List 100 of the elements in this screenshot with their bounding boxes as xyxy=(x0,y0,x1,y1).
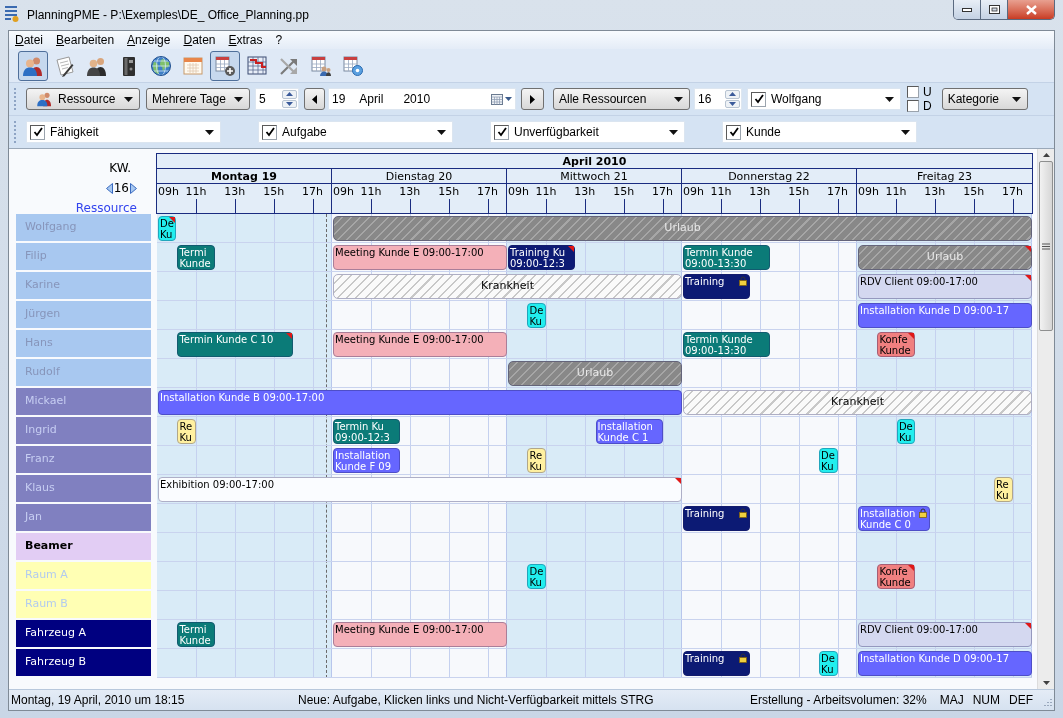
maximize-button[interactable] xyxy=(981,0,1008,19)
day-count-spinner[interactable]: 5 xyxy=(255,88,299,110)
menu-item[interactable]: Extras xyxy=(228,31,263,49)
resource-filter-select[interactable]: Alle Ressourcen xyxy=(553,88,690,110)
menu-item[interactable]: Datei xyxy=(15,31,44,49)
task-bar[interactable]: Installation Kunde C 1 xyxy=(595,419,663,444)
task-bar[interactable]: Termi Kunde xyxy=(177,622,216,647)
task-bar[interactable]: RDV Client 09:00-17:00 xyxy=(858,274,1032,299)
filter-combo[interactable]: Aufgabe xyxy=(258,121,453,143)
task-bar[interactable]: De Ku xyxy=(158,216,177,241)
checkbox[interactable] xyxy=(30,124,45,140)
task-bar[interactable]: Re Ku xyxy=(994,477,1013,502)
task-bar[interactable]: Installation Kunde F 09 xyxy=(333,448,401,473)
calendar-dropdown[interactable] xyxy=(491,93,512,105)
task-bar[interactable]: Training xyxy=(683,274,751,299)
resource-link[interactable]: Ressource xyxy=(75,199,137,217)
task-bar[interactable]: Training xyxy=(683,651,751,676)
resource-name: Mickael xyxy=(16,388,151,415)
next-button[interactable] xyxy=(521,88,544,110)
caret-down-icon xyxy=(286,101,293,106)
task-bar[interactable]: Installation Kunde D 09:00-17 xyxy=(858,303,1032,328)
checkbox[interactable] xyxy=(494,124,509,140)
task-bar[interactable]: Konfe Kunde xyxy=(877,564,916,589)
caret-down-icon xyxy=(437,129,446,135)
calendar-icon xyxy=(491,93,503,105)
previous-button[interactable] xyxy=(304,88,325,110)
menu-item[interactable]: Daten xyxy=(183,31,216,49)
spin-up-button[interactable] xyxy=(282,90,297,99)
task-bar[interactable]: Termin Kunde 09:00-13:30 xyxy=(683,332,770,357)
caret-left-icon[interactable] xyxy=(105,182,113,194)
year-text: 2010 xyxy=(403,91,431,108)
menu-item[interactable]: Anzeige xyxy=(127,31,171,49)
menu-item[interactable]: ? xyxy=(275,31,283,49)
caret-down-icon xyxy=(729,101,736,106)
caret-right-icon[interactable] xyxy=(130,182,137,194)
task-bar[interactable]: De Ku xyxy=(527,303,546,328)
task-bar[interactable]: Re Ku xyxy=(527,448,546,473)
toolbar-button[interactable] xyxy=(210,50,240,81)
task-bar[interactable]: De Ku xyxy=(819,448,838,473)
filter-combo[interactable]: Unverfügbarkeit xyxy=(490,121,685,143)
menu-item[interactable]: Bearbeiten xyxy=(56,31,115,49)
task-bar[interactable]: Konfe Kunde xyxy=(877,332,916,357)
date-field[interactable]: 19 April 2010 xyxy=(328,88,516,110)
caret-down-icon xyxy=(901,129,910,135)
caret-down-icon xyxy=(234,96,243,102)
task-bar[interactable]: Re Ku xyxy=(177,419,196,444)
day-heading: Donnerstag 22 xyxy=(728,169,810,183)
hour-label: 11h xyxy=(885,186,907,198)
spin-up-button[interactable] xyxy=(725,90,740,99)
checkbox[interactable] xyxy=(751,91,766,107)
task-bar[interactable]: Meeting Kunde E 09:00-17:00 xyxy=(333,245,507,270)
hour-label: 13h xyxy=(399,186,421,198)
task-bar[interactable]: Installation Kunde D 09:00-17 xyxy=(858,651,1032,676)
view-button[interactable]: Ressource xyxy=(26,88,140,110)
filter-combo[interactable]: Wolfgang xyxy=(747,88,901,110)
calendar-icon xyxy=(182,54,204,77)
month-text: April xyxy=(359,91,384,108)
caret-up-icon xyxy=(729,92,736,97)
absence-bar[interactable]: Krankheit xyxy=(333,274,682,299)
checkbox[interactable] xyxy=(907,86,919,98)
filter-combo[interactable]: Fähigkeit xyxy=(26,121,221,143)
task-bar[interactable]: Training Ku 09:00-12:3 xyxy=(508,245,576,270)
caret-down-icon xyxy=(505,97,512,101)
scrollbar-thumb[interactable] xyxy=(1039,161,1053,331)
period-select[interactable]: Mehrere Tage xyxy=(146,88,250,110)
task-bar[interactable]: Termi Kunde xyxy=(177,245,216,270)
hour-label: 15h xyxy=(963,186,985,198)
task-bar[interactable]: Exhibition 09:00-17:00 xyxy=(158,477,682,502)
checkbox[interactable] xyxy=(907,100,919,112)
task-bar[interactable]: RDV Client 09:00-17:00 xyxy=(858,622,1032,647)
task-bar[interactable]: Installation Kunde B 09:00-17:00 xyxy=(158,390,682,415)
notepad-icon xyxy=(54,54,76,77)
task-bar[interactable]: De Ku xyxy=(819,651,838,676)
absence-bar[interactable]: Krankheit xyxy=(683,390,1032,415)
day-text: 19 xyxy=(332,91,346,108)
resource-name: Fahrzeug B xyxy=(16,649,151,676)
minimize-button[interactable] xyxy=(954,0,981,19)
filter-combo[interactable]: Kunde xyxy=(722,121,917,143)
hour-label: 09h xyxy=(858,186,879,198)
task-bar[interactable]: Termin Kunde 09:00-13:30 xyxy=(683,245,770,270)
task-bar[interactable]: Termin Kunde C 10 xyxy=(177,332,294,357)
hour-label: 15h xyxy=(263,186,285,198)
hour-label: 17h xyxy=(1002,186,1024,198)
toolbar-button[interactable] xyxy=(18,50,48,81)
spin-down-button[interactable] xyxy=(282,99,297,108)
task-bar[interactable]: Termin Ku 09:00-12:3 xyxy=(333,419,401,444)
task-bar[interactable]: Training xyxy=(683,506,751,531)
task-bar[interactable]: Meeting Kunde E 09:00-17:00 xyxy=(333,622,507,647)
task-bar[interactable]: Installation Kunde C 0 xyxy=(858,506,930,531)
category-select[interactable]: Kategorie xyxy=(941,88,1028,110)
hour-label: 11h xyxy=(360,186,382,198)
row-count-spinner[interactable]: 16 xyxy=(694,88,742,110)
checkbox[interactable] xyxy=(726,124,741,140)
task-bar[interactable]: Meeting Kunde E 09:00-17:00 xyxy=(333,332,507,357)
hour-label: 15h xyxy=(438,186,460,198)
hour-label: 15h xyxy=(613,186,635,198)
spin-down-button[interactable] xyxy=(725,99,740,108)
task-bar[interactable]: De Ku xyxy=(527,564,546,589)
checkbox[interactable] xyxy=(262,124,277,140)
close-button[interactable] xyxy=(1008,0,1054,19)
